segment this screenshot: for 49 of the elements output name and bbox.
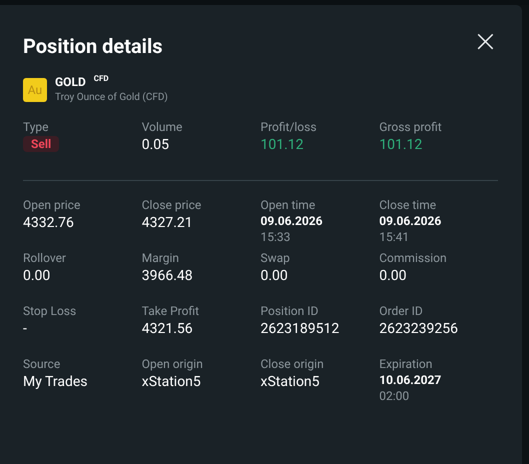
type-badge: Sell: [23, 136, 60, 152]
field-value: 4321.56: [142, 320, 193, 338]
field-value: 101.12: [260, 136, 304, 154]
field-label: Expiration: [379, 356, 432, 372]
field-time: 15:33: [260, 229, 290, 245]
instrument-description: Troy Ounce of Gold (CFD): [55, 91, 168, 105]
field-date: 09.06.2026: [260, 213, 323, 229]
instrument-tag: CFD: [94, 74, 109, 84]
field-value: 0.00: [260, 267, 288, 285]
field-label: Position ID: [260, 303, 318, 319]
field-value: 2623189512: [260, 320, 340, 338]
field-label: Stop Loss: [23, 303, 76, 319]
field-label: Volume: [142, 119, 182, 135]
field-label: Commission: [379, 250, 447, 266]
field-value: 2623239256: [379, 320, 458, 338]
field-label: Close time: [379, 197, 436, 213]
field-value: -: [23, 320, 27, 338]
field-label: Close origin: [260, 356, 324, 372]
field-value: 4332.76: [23, 214, 74, 232]
field-value: 0.05: [142, 136, 170, 154]
field-value: 101.12: [379, 136, 422, 154]
field-value: 3966.48: [142, 267, 193, 285]
field-label: Order ID: [379, 303, 423, 319]
field-label: Margin: [142, 250, 179, 266]
field-value: 0.00: [379, 267, 407, 285]
field-value: 4327.21: [142, 214, 193, 232]
field-label: Open price: [23, 197, 80, 213]
instrument-symbol: GOLD: [55, 74, 86, 90]
field-label: Swap: [260, 250, 290, 266]
field-label: Source: [23, 356, 60, 372]
field-label: Take Profit: [142, 303, 200, 319]
field-value: xStation5: [142, 373, 201, 391]
field-label: Open time: [260, 197, 316, 213]
field-time: 02:00: [379, 388, 410, 404]
field-label: Rollover: [23, 250, 66, 266]
field-label: Close price: [142, 197, 202, 213]
field-label: Type: [23, 119, 49, 135]
field-label: Profit/loss: [260, 119, 317, 135]
field-value: xStation5: [260, 373, 320, 391]
field-value: 0.00: [23, 267, 50, 285]
field-label: Gross profit: [379, 119, 442, 135]
dialog-title: Position details: [23, 33, 163, 60]
field-time: 15:41: [379, 229, 410, 245]
close-button[interactable]: ×: [472, 30, 498, 54]
field-date: 10.06.2027: [379, 372, 442, 388]
field-label: Open origin: [142, 356, 203, 372]
field-value: My Trades: [23, 373, 88, 391]
field-date: 09.06.2026: [379, 213, 442, 229]
instrument-logo: Au: [23, 78, 47, 102]
